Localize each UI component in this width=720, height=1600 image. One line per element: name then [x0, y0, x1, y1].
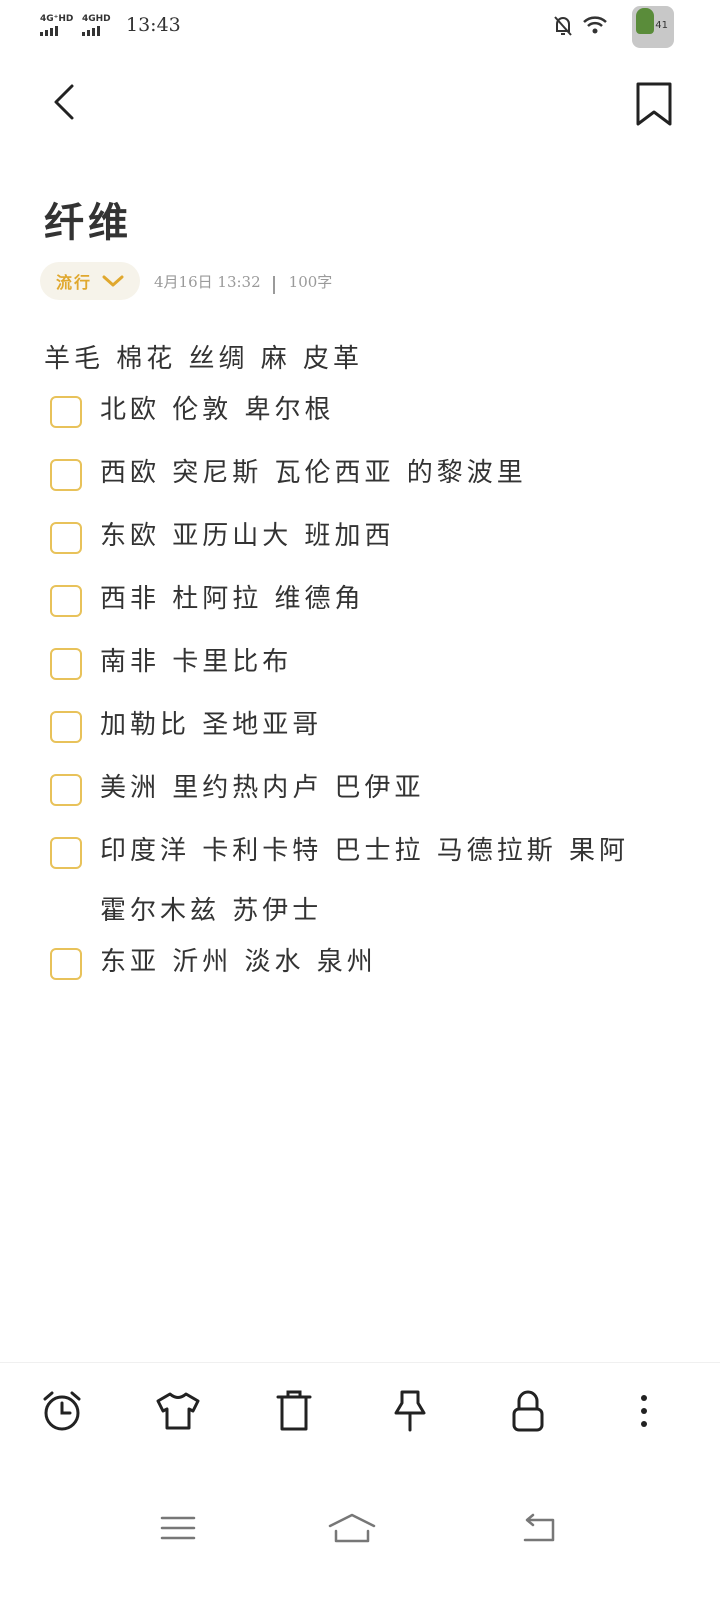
checkbox[interactable]	[50, 948, 82, 980]
status-bar: 4G⁺HD 4GHD 13:43 41	[0, 0, 720, 52]
more-icon	[641, 1395, 647, 1427]
home-button[interactable]	[328, 1508, 376, 1548]
clock: 13:43	[126, 14, 181, 36]
signal-1-label: 4G⁺HD	[40, 14, 74, 24]
trash-icon	[276, 1390, 312, 1431]
signal-indicator-2: 4GHD	[82, 14, 111, 36]
avatar: 41	[632, 6, 674, 48]
signal-bars-icon	[40, 26, 73, 36]
checkbox[interactable]	[50, 711, 82, 743]
checkbox[interactable]	[50, 396, 82, 428]
checklist-item[interactable]: 东亚 沂州 淡水 泉州	[50, 944, 660, 992]
checklist-item[interactable]: 西欧 突尼斯 瓦伦西亚 的黎波里	[50, 455, 660, 503]
checklist-item[interactable]: 美洲 里约热内卢 巴伊亚	[50, 770, 660, 818]
signal-indicator-1: 4G⁺HD	[40, 14, 73, 36]
note-title[interactable]: 纤维	[44, 190, 132, 248]
checklist-item-text[interactable]: 加勒比 圣地亚哥	[100, 695, 660, 755]
checkbox[interactable]	[50, 774, 82, 806]
system-nav-bar	[0, 1500, 720, 1560]
bookmark-icon	[636, 82, 672, 126]
checklist-item-text[interactable]: 南非 卡里比布	[100, 632, 660, 692]
checkbox[interactable]	[50, 459, 82, 491]
alarm-icon	[43, 1391, 81, 1431]
home-icon	[328, 1513, 376, 1543]
meta-divider	[272, 276, 275, 294]
checklist-item-text[interactable]: 印度洋 卡利卡特 巴士拉 马德拉斯 果阿 霍尔木兹 苏伊士	[100, 821, 660, 941]
wifi-icon	[583, 16, 607, 34]
pin-button[interactable]	[386, 1387, 434, 1435]
note-body-line[interactable]: 羊毛 棉花 丝绸 麻 皮革	[44, 338, 363, 375]
checklist-item[interactable]: 北欧 伦敦 卑尔根	[50, 392, 660, 440]
note-date: 4月16日 13:32	[154, 272, 261, 291]
more-button[interactable]	[620, 1387, 668, 1435]
recents-button[interactable]	[154, 1508, 202, 1548]
theme-button[interactable]	[154, 1387, 202, 1435]
pin-icon	[394, 1390, 426, 1432]
checklist-item-text[interactable]: 北欧 伦敦 卑尔根	[100, 380, 660, 440]
checkbox[interactable]	[50, 648, 82, 680]
checklist-item-text[interactable]: 美洲 里约热内卢 巴伊亚	[100, 758, 660, 818]
checklist-item[interactable]: 加勒比 圣地亚哥	[50, 707, 660, 755]
checklist-item-text[interactable]: 东欧 亚历山大 班加西	[100, 506, 660, 566]
checklist-item-text[interactable]: 西非 杜阿拉 维德角	[100, 569, 660, 629]
avatar-leaf-icon	[636, 8, 654, 34]
bottom-toolbar	[0, 1362, 720, 1463]
signal-bars-icon	[82, 26, 111, 36]
lock-icon	[512, 1390, 544, 1432]
word-count: 100字	[288, 272, 333, 291]
back-button[interactable]	[44, 80, 88, 124]
menu-icon	[160, 1516, 196, 1540]
checkbox[interactable]	[50, 837, 82, 869]
category-selector[interactable]: 流行	[40, 262, 141, 300]
back-icon	[523, 1513, 555, 1542]
signal-2-label: 4GHD	[82, 14, 111, 24]
checklist-item[interactable]: 印度洋 卡利卡特 巴士拉 马德拉斯 果阿 霍尔木兹 苏伊士	[50, 833, 660, 941]
category-label: 流行	[56, 273, 93, 292]
checkbox[interactable]	[50, 585, 82, 617]
reminder-button[interactable]	[38, 1387, 86, 1435]
delete-button[interactable]	[270, 1387, 318, 1435]
checkbox[interactable]	[50, 522, 82, 554]
bookmark-button[interactable]	[634, 80, 678, 128]
checklist-item[interactable]: 南非 卡里比布	[50, 644, 660, 692]
chevron-left-icon	[54, 84, 74, 120]
checklist-item[interactable]: 东欧 亚历山大 班加西	[50, 518, 660, 566]
shirt-icon	[156, 1392, 200, 1430]
bell-muted-icon	[554, 16, 572, 36]
checklist-item-text[interactable]: 东亚 沂州 淡水 泉州	[100, 932, 660, 992]
checklist-item[interactable]: 西非 杜阿拉 维德角	[50, 581, 660, 629]
chevron-down-icon	[102, 275, 124, 287]
note-meta: 流行 4月16日 13:32 100字	[40, 262, 332, 300]
lock-button[interactable]	[504, 1387, 552, 1435]
avatar-badge: 41	[655, 20, 668, 31]
checklist-item-text[interactable]: 西欧 突尼斯 瓦伦西亚 的黎波里	[100, 443, 660, 503]
back-nav-button[interactable]	[514, 1508, 562, 1548]
